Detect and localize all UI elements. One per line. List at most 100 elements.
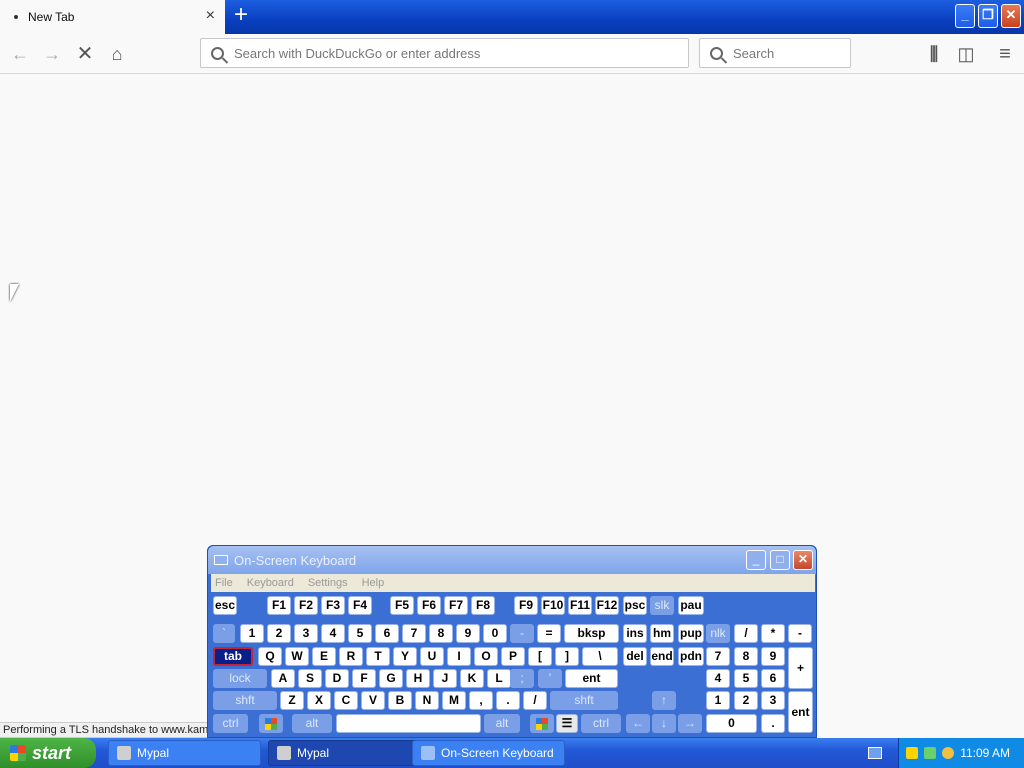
key-8[interactable]: 8: [734, 647, 758, 666]
key-ctrl[interactable]: ctrl: [581, 714, 621, 733]
search-input[interactable]: Search: [699, 38, 851, 68]
task-mypal-1[interactable]: Mypal: [108, 740, 261, 766]
close-window-button[interactable]: ✕: [1001, 4, 1021, 28]
key-nlk[interactable]: nlk: [706, 624, 730, 643]
key-sym20[interactable]: -: [788, 624, 812, 643]
key-ent[interactable]: ent: [565, 669, 618, 688]
key-3[interactable]: 3: [761, 691, 785, 710]
key-5[interactable]: 5: [734, 669, 758, 688]
restore-button[interactable]: ❐: [978, 4, 998, 28]
key-f12[interactable]: F12: [595, 596, 619, 615]
application-key[interactable]: ☰: [556, 714, 578, 733]
key-v[interactable]: V: [361, 691, 385, 710]
key-m[interactable]: M: [442, 691, 466, 710]
key-f[interactable]: F: [352, 669, 376, 688]
tab-new-tab[interactable]: New Tab ×: [0, 0, 225, 34]
key-psc[interactable]: psc: [623, 596, 647, 615]
osk-minimize-button[interactable]: _: [746, 550, 766, 570]
key-f3[interactable]: F3: [321, 596, 345, 615]
menu-icon[interactable]: ≡: [993, 42, 1017, 66]
key-pau[interactable]: pau: [678, 596, 704, 615]
menu-help[interactable]: Help: [362, 577, 385, 589]
security-shield-icon[interactable]: [906, 747, 919, 759]
key-t[interactable]: T: [366, 647, 390, 666]
key-sym18[interactable]: /: [734, 624, 758, 643]
key-ent[interactable]: ent: [788, 691, 813, 733]
key-sym19[interactable]: *: [761, 624, 785, 643]
key-sym11[interactable]: ': [538, 669, 562, 688]
key-esc[interactable]: esc: [213, 596, 237, 615]
start-button[interactable]: start: [0, 738, 96, 768]
key-4[interactable]: 4: [321, 624, 345, 643]
key-6[interactable]: 6: [761, 669, 785, 688]
key-f1[interactable]: F1: [267, 596, 291, 615]
key-sym8[interactable]: ,: [469, 691, 493, 710]
key-a[interactable]: A: [271, 669, 295, 688]
key-sym10[interactable]: /: [523, 691, 547, 710]
key-shft[interactable]: shft: [213, 691, 277, 710]
key-i[interactable]: I: [447, 647, 471, 666]
osk-close-button[interactable]: ✕: [793, 550, 813, 570]
key-p[interactable]: P: [501, 647, 525, 666]
key-7[interactable]: 7: [402, 624, 426, 643]
menu-keyboard[interactable]: Keyboard: [247, 577, 294, 589]
key-ctrl[interactable]: ctrl: [213, 714, 248, 733]
key-f7[interactable]: F7: [444, 596, 468, 615]
key-1[interactable]: 1: [706, 691, 730, 710]
key-g[interactable]: G: [379, 669, 403, 688]
key-f9[interactable]: F9: [514, 596, 538, 615]
key-sym0[interactable]: `: [213, 624, 235, 643]
key-e[interactable]: E: [312, 647, 336, 666]
key-j[interactable]: J: [433, 669, 457, 688]
key-ins[interactable]: ins: [623, 624, 647, 643]
key-sym8[interactable]: .: [761, 714, 785, 733]
search-tray-icon[interactable]: [942, 747, 955, 759]
osk-titlebar[interactable]: On-Screen Keyboard _ □ ✕: [208, 546, 816, 574]
key-pup[interactable]: pup: [678, 624, 704, 643]
key-alt[interactable]: alt: [292, 714, 332, 733]
key-sym5[interactable]: ↓: [652, 714, 676, 733]
key-f8[interactable]: F8: [471, 596, 495, 615]
key-s[interactable]: S: [298, 669, 322, 688]
key-l[interactable]: L: [487, 669, 511, 688]
key-f2[interactable]: F2: [294, 596, 318, 615]
key-sym12[interactable]: ↑: [652, 691, 676, 710]
key-8[interactable]: 8: [429, 624, 453, 643]
key-h[interactable]: H: [406, 669, 430, 688]
key-sym6[interactable]: →: [678, 714, 702, 733]
key-f11[interactable]: F11: [568, 596, 592, 615]
key-alt[interactable]: alt: [484, 714, 520, 733]
key-q[interactable]: Q: [258, 647, 282, 666]
key-f5[interactable]: F5: [390, 596, 414, 615]
key-2[interactable]: 2: [267, 624, 291, 643]
key-f10[interactable]: F10: [541, 596, 565, 615]
key-sym9[interactable]: .: [496, 691, 520, 710]
minimize-button[interactable]: _: [955, 4, 975, 28]
library-icon[interactable]: ⫼: [922, 42, 946, 66]
forward-arrow-icon[interactable]: →: [40, 42, 64, 66]
key-sym11[interactable]: [: [528, 647, 552, 666]
keyboard-layout-icon[interactable]: [868, 747, 882, 759]
key-sym10[interactable]: ;: [510, 669, 534, 688]
sidebar-icon[interactable]: ◫: [954, 42, 978, 66]
key-1[interactable]: 1: [240, 624, 264, 643]
key-f4[interactable]: F4: [348, 596, 372, 615]
key-end[interactable]: end: [650, 647, 674, 666]
key-del[interactable]: del: [623, 647, 647, 666]
key-w[interactable]: W: [285, 647, 309, 666]
osk-maximize-button[interactable]: □: [770, 550, 790, 570]
key-sym13[interactable]: \: [582, 647, 618, 666]
stop-icon[interactable]: ✕: [73, 42, 97, 66]
key-6[interactable]: 6: [375, 624, 399, 643]
key-7[interactable]: 7: [706, 647, 730, 666]
task-osk[interactable]: On-Screen Keyboard: [412, 740, 565, 766]
key-n[interactable]: N: [415, 691, 439, 710]
tab-close-icon[interactable]: ×: [206, 8, 215, 24]
menu-file[interactable]: File: [215, 577, 233, 589]
key-9[interactable]: 9: [761, 647, 785, 666]
menu-settings[interactable]: Settings: [308, 577, 348, 589]
key-f6[interactable]: F6: [417, 596, 441, 615]
key-u[interactable]: U: [420, 647, 444, 666]
network-icon[interactable]: [924, 747, 937, 759]
windows-key[interactable]: [530, 714, 554, 733]
